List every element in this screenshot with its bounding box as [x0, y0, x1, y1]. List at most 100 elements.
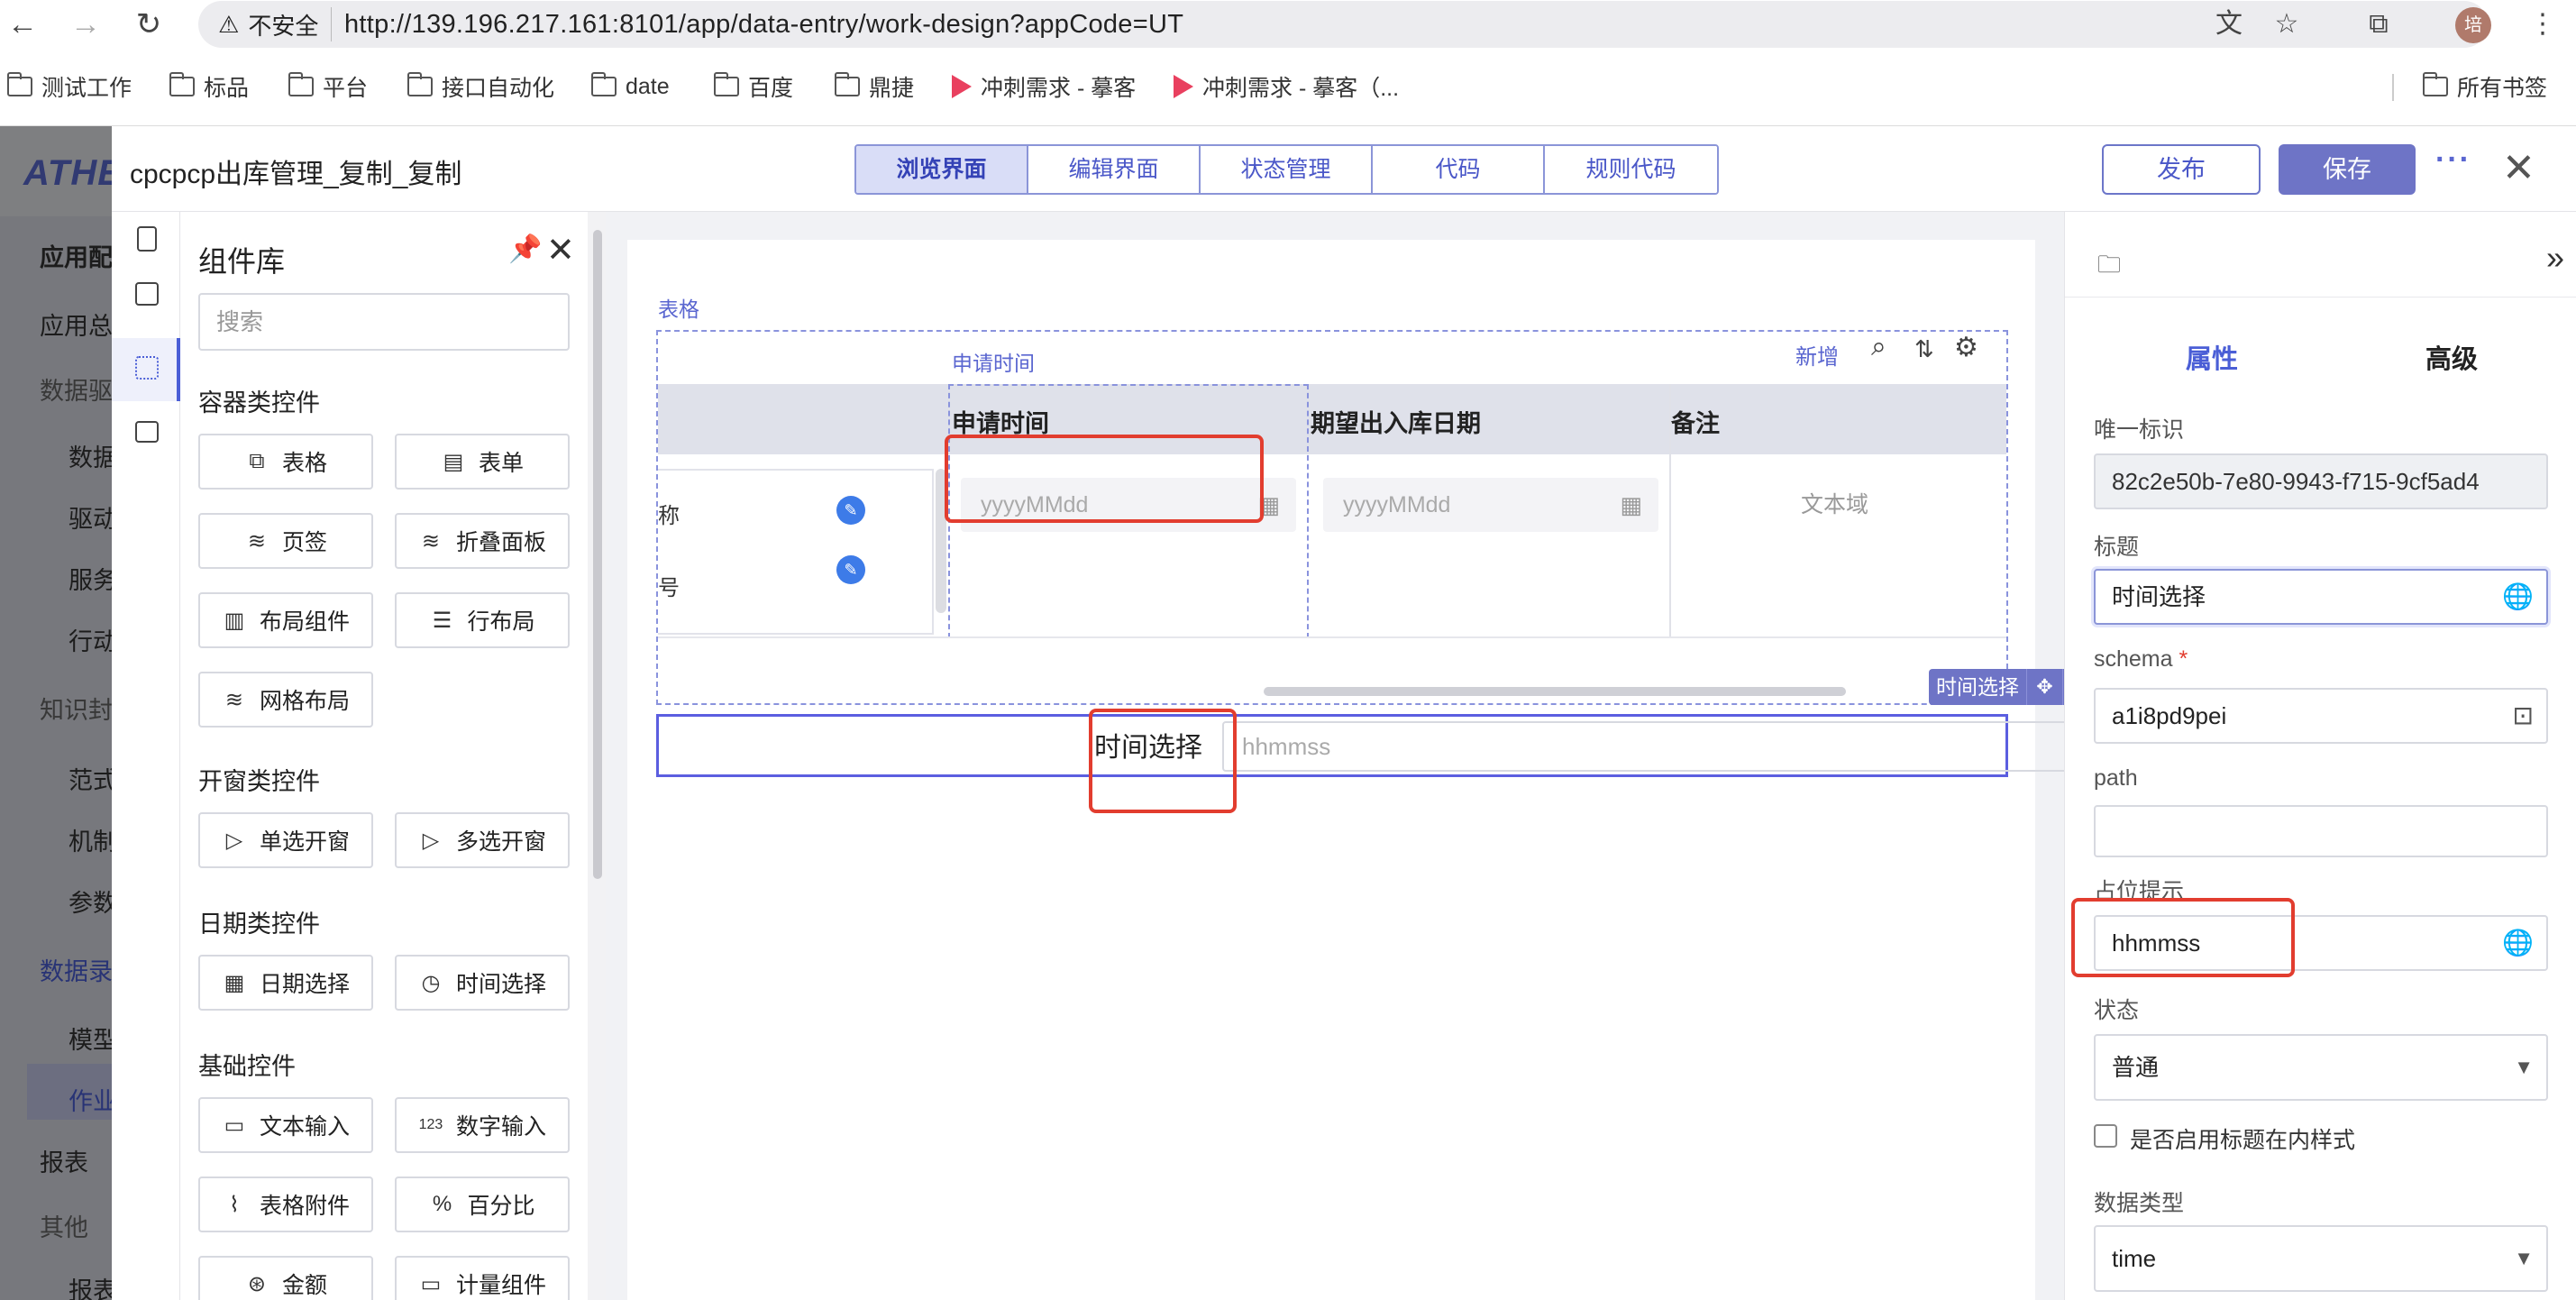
- publish-button[interactable]: 发布: [2102, 144, 2261, 195]
- bookmark-folder[interactable]: 鼎捷: [834, 69, 914, 105]
- more-icon[interactable]: ···: [2435, 142, 2471, 178]
- layers-icon: ≋: [224, 687, 244, 712]
- bookmark-folder[interactable]: date: [590, 69, 670, 105]
- tab-state[interactable]: 状态管理: [1201, 146, 1373, 193]
- subform-field-label: 称: [658, 504, 680, 528]
- open-window-icon: ▷: [422, 828, 440, 853]
- component-number-input[interactable]: 123 数字输入: [395, 1097, 570, 1153]
- modal-overlay[interactable]: [0, 126, 112, 1300]
- reload-icon[interactable]: ↻: [130, 5, 168, 43]
- address-bar[interactable]: ⚠ 不安全 http://139.196.217.161:8101/app/da…: [198, 1, 2488, 48]
- star-icon[interactable]: ☆: [2268, 5, 2306, 43]
- bookmark-folder[interactable]: 测试工作: [6, 69, 132, 105]
- bookmarks-bar: 测试工作 标品 平台 接口自动化 date 百度 鼎捷 冲刺需求 - 摹客 冲刺…: [0, 49, 2576, 126]
- add-link[interactable]: 新增: [1795, 339, 1839, 371]
- security-indicator[interactable]: ⚠ 不安全: [211, 7, 333, 41]
- horizontal-scrollbar[interactable]: [1264, 687, 1846, 696]
- table-component-label[interactable]: 表格: [658, 292, 699, 323]
- close-icon[interactable]: ✕: [2502, 146, 2535, 191]
- component-date-picker[interactable]: ▦ 日期选择: [198, 955, 373, 1011]
- component-form[interactable]: ▤ 表单: [395, 434, 570, 490]
- status-select[interactable]: 普通 ▼: [2094, 1034, 2548, 1101]
- datatype-select[interactable]: time ▼: [2094, 1225, 2548, 1292]
- save-button[interactable]: 保存: [2279, 144, 2416, 195]
- terminal-icon[interactable]: [135, 421, 159, 443]
- uid-field[interactable]: 82c2e50b-7e80-9943-f715-9cf5ad4: [2094, 453, 2548, 509]
- search-icon[interactable]: ⌕: [1871, 332, 1886, 362]
- page-icon[interactable]: [137, 226, 157, 252]
- bookmark-link[interactable]: 冲刺需求 - 摹客（...: [1174, 69, 1399, 105]
- collapse-panel-icon[interactable]: »: [2546, 239, 2564, 277]
- tab-edit[interactable]: 编辑界面: [1028, 146, 1201, 193]
- back-icon[interactable]: ←: [4, 5, 41, 43]
- gear-icon[interactable]: ⚙: [1954, 332, 1978, 363]
- tab-rule-code[interactable]: 规则代码: [1545, 146, 1717, 193]
- bookmark-folder[interactable]: 接口自动化: [406, 69, 554, 105]
- measure-icon: ▭: [420, 1271, 442, 1296]
- component-grid-layout[interactable]: ≋ 网格布局: [198, 672, 373, 728]
- tab-advanced[interactable]: 高级: [2425, 338, 2478, 376]
- component-row-layout[interactable]: ☰ 行布局: [395, 592, 570, 648]
- translate-icon[interactable]: 文: [2210, 5, 2248, 43]
- component-collapse[interactable]: ≋ 折叠面板: [395, 513, 570, 569]
- column-divider: [1669, 384, 1671, 638]
- globe-icon[interactable]: 🌐: [2502, 571, 2534, 623]
- components-icon[interactable]: [135, 356, 159, 380]
- component-table[interactable]: ⧉ 表格: [198, 434, 373, 490]
- field-label: path: [2094, 765, 2138, 791]
- calendar-icon: ▦: [224, 970, 245, 995]
- bookmark-link[interactable]: 冲刺需求 - 摹客: [952, 69, 1136, 105]
- move-icon[interactable]: ✥: [2026, 669, 2062, 705]
- date-input[interactable]: yyyyMMdd ▦: [1323, 478, 1658, 532]
- folder-icon[interactable]: 🗀: [2097, 248, 2121, 288]
- component-attachment[interactable]: ⌇ 表格附件: [198, 1176, 373, 1232]
- component-tabs[interactable]: ≋ 页签: [198, 513, 373, 569]
- open-editor-icon[interactable]: ⊡: [2513, 690, 2534, 742]
- component-multi-picker[interactable]: ▷ 多选开窗: [395, 812, 570, 868]
- url-text[interactable]: http://139.196.217.161:8101/app/data-ent…: [344, 1, 1183, 48]
- tab-code[interactable]: 代码: [1373, 146, 1545, 193]
- sort-icon[interactable]: ⇅: [1914, 335, 1934, 363]
- schema-field[interactable]: a1i8pd9pei ⊡: [2094, 688, 2548, 744]
- bookmark-folder[interactable]: 百度: [713, 69, 793, 105]
- component-percent[interactable]: % 百分比: [395, 1176, 570, 1232]
- time-input[interactable]: hhmmss◷: [1222, 721, 2115, 772]
- bookmark-folder[interactable]: 标品: [169, 69, 249, 105]
- column-header[interactable]: 备注: [1671, 404, 1720, 439]
- checkbox-label[interactable]: 是否启用标题在内样式: [2130, 1122, 2355, 1155]
- extensions-icon[interactable]: ⧉: [2360, 5, 2398, 43]
- folder-icon: [834, 72, 860, 96]
- inline-title-checkbox[interactable]: [2094, 1124, 2117, 1148]
- close-icon[interactable]: ✕: [546, 230, 575, 270]
- tab-browse[interactable]: 浏览界面: [856, 146, 1028, 193]
- properties-panel: 🗀 » 属性 高级 唯一标识 82c2e50b-7e80-9943-f715-9…: [2064, 212, 2576, 1300]
- folder-icon: [288, 72, 314, 96]
- pin-icon[interactable]: 📌: [508, 233, 542, 265]
- component-text-input[interactable]: ▭ 文本输入: [198, 1097, 373, 1153]
- outline-icon[interactable]: [135, 282, 159, 306]
- edit-icon[interactable]: ✎: [836, 555, 865, 584]
- scrollbar-thumb[interactable]: [593, 230, 602, 879]
- tab-properties[interactable]: 属性: [2186, 338, 2238, 376]
- column-component-label[interactable]: 申请时间: [952, 346, 1035, 377]
- component-layout[interactable]: ▥ 布局组件: [198, 592, 373, 648]
- browser-menu-icon[interactable]: ⋮: [2524, 5, 2562, 43]
- required-mark: *: [2179, 646, 2188, 672]
- all-bookmarks[interactable]: 所有书签: [2422, 69, 2547, 105]
- forward-icon[interactable]: →: [67, 5, 105, 43]
- component-measure[interactable]: ▭ 计量组件: [395, 1256, 570, 1300]
- profile-avatar[interactable]: 培: [2455, 7, 2491, 43]
- component-single-picker[interactable]: ▷ 单选开窗: [198, 812, 373, 868]
- component-time-picker[interactable]: ◷ 时间选择: [395, 955, 570, 1011]
- component-amount[interactable]: ⊛ 金额: [198, 1256, 373, 1300]
- form-icon: ▤: [443, 449, 464, 474]
- textarea-placeholder[interactable]: 文本域: [1801, 487, 1868, 519]
- column-header[interactable]: 期望出入库日期: [1311, 404, 1481, 439]
- library-scrollbar[interactable]: [588, 212, 606, 1300]
- search-input[interactable]: 搜索: [198, 293, 570, 351]
- path-field[interactable]: [2094, 805, 2548, 857]
- bookmark-folder[interactable]: 平台: [288, 69, 368, 105]
- title-field[interactable]: 时间选择 🌐: [2094, 569, 2548, 625]
- globe-icon[interactable]: 🌐: [2502, 917, 2534, 969]
- edit-icon[interactable]: ✎: [836, 496, 865, 525]
